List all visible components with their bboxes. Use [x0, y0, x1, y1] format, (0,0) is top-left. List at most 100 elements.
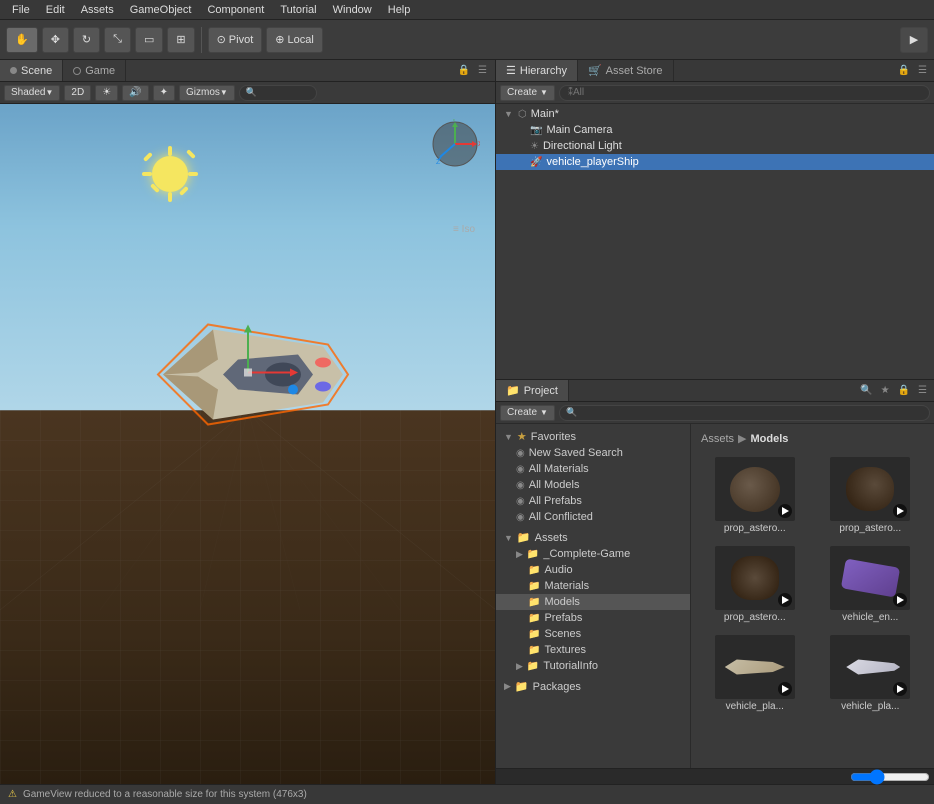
asset-item-4[interactable]: vehicle_pla...	[699, 631, 811, 716]
audio-button[interactable]: 🔊	[122, 85, 148, 101]
hierarchy-lock-button[interactable]: 🔒	[895, 65, 913, 76]
project-create-button[interactable]: Create ▼	[500, 405, 555, 421]
fx-button[interactable]: ✦	[153, 85, 175, 101]
menu-window[interactable]: Window	[325, 0, 380, 19]
hierarchy-create-button[interactable]: Create ▼	[500, 85, 555, 101]
asset-store-tab-label: Asset Store	[606, 65, 663, 77]
project-size-slider	[496, 768, 934, 784]
menu-component[interactable]: Component	[199, 0, 272, 19]
tree-item-ship[interactable]: ▶ 🚀 vehicle_playerShip	[496, 154, 934, 170]
asset-item-0[interactable]: prop_astero...	[699, 453, 811, 538]
all-models-label: All Models	[529, 479, 580, 491]
assets-header[interactable]: ▼ 📁 Assets	[496, 529, 690, 546]
sidebar-all-conflicted[interactable]: ◉ All Conflicted	[496, 509, 690, 525]
sidebar-audio[interactable]: 📁 Audio	[496, 562, 690, 578]
asset-size-range[interactable]	[850, 772, 930, 782]
spaceship[interactable]	[138, 305, 358, 448]
svg-text:X: X	[478, 141, 480, 148]
tree-label-main: Main*	[531, 108, 559, 120]
local-button[interactable]: ⊕ Local	[266, 27, 323, 53]
asset-item-3[interactable]: vehicle_en...	[815, 542, 927, 627]
2d-button[interactable]: 2D	[64, 85, 91, 101]
project-search-button[interactable]: 🔍	[857, 385, 875, 396]
tree-item-light[interactable]: ▶ ☀ Directional Light	[496, 138, 934, 154]
sidebar-materials[interactable]: 📁 Materials	[496, 578, 690, 594]
rect-tool-button[interactable]: ▭	[135, 27, 163, 53]
play-button[interactable]: ▶	[900, 27, 928, 53]
scene-tab-label: Scene	[21, 65, 52, 77]
scene-toolbar: Shaded ▼ 2D ☀ 🔊 ✦ Gizmos ▼ 🔍	[0, 82, 495, 104]
pivot-button[interactable]: ⊙ Pivot	[208, 27, 263, 53]
favorites-header[interactable]: ▼ ★ Favorites	[496, 428, 690, 445]
asset-item-5[interactable]: vehicle_pla...	[815, 631, 927, 716]
search-icon: 🔍	[246, 87, 257, 98]
scene-viewport[interactable]: Y X Z ≡ Iso	[0, 104, 495, 784]
menu-gameobject[interactable]: GameObject	[122, 0, 200, 19]
packages-header[interactable]: ▶ 📁 Packages	[496, 678, 690, 695]
menu-tutorial[interactable]: Tutorial	[272, 0, 324, 19]
svg-text:Y: Y	[452, 119, 457, 123]
project-star-button[interactable]: ★	[878, 385, 893, 396]
hierarchy-menu-button[interactable]: ☰	[915, 65, 930, 76]
tab-options: 🔒 ☰	[454, 60, 495, 81]
project-lock-button[interactable]: 🔒	[895, 385, 913, 396]
tab-hierarchy[interactable]: ☰ Hierarchy	[496, 60, 578, 81]
sidebar-complete-game[interactable]: ▶ 📁 _Complete-Game	[496, 546, 690, 562]
project-create-arrow: ▼	[540, 408, 548, 417]
transform-tool-button[interactable]: ⊞	[167, 27, 194, 53]
gizmos-arrow: ▼	[220, 88, 228, 97]
tree-item-camera[interactable]: ▶ 📷 Main Camera	[496, 122, 934, 138]
sidebar-all-materials[interactable]: ◉ All Materials	[496, 461, 690, 477]
textures-label: Textures	[544, 644, 586, 656]
sidebar-all-prefabs[interactable]: ◉ All Prefabs	[496, 493, 690, 509]
sidebar-prefabs[interactable]: 📁 Prefabs	[496, 610, 690, 626]
play-tri-1	[897, 507, 904, 515]
tab-project[interactable]: 📁 Project	[496, 380, 569, 401]
tab-lock-icon[interactable]: 🔒	[454, 65, 474, 76]
right-panel: ☰ Hierarchy 🛒 Asset Store 🔒 ☰ Create ▼	[496, 60, 934, 784]
svg-text:Z: Z	[436, 159, 441, 166]
scale-tool-button[interactable]: ⤡	[104, 27, 131, 53]
asset-store-icon: 🛒	[588, 64, 602, 77]
shaded-label: Shaded	[11, 87, 45, 98]
asset-item-1[interactable]: prop_astero...	[815, 453, 927, 538]
packages-label: Packages	[533, 681, 581, 693]
sidebar-all-models[interactable]: ◉ All Models	[496, 477, 690, 493]
asset-item-2[interactable]: prop_astero...	[699, 542, 811, 627]
project-menu-button[interactable]: ☰	[915, 385, 930, 396]
shaded-arrow: ▼	[45, 88, 53, 97]
menu-help[interactable]: Help	[380, 0, 419, 19]
tree-item-main[interactable]: ▼ ⬡ Main*	[496, 106, 934, 122]
scene-search-input[interactable]	[260, 85, 310, 101]
scene-ground	[0, 410, 495, 784]
all-prefabs-icon: ◉	[516, 496, 525, 507]
separator-1	[201, 27, 202, 53]
sidebar-tutorial-info[interactable]: ▶ 📁 TutorialInfo	[496, 658, 690, 674]
asset-thumb-0	[715, 457, 795, 521]
tab-game[interactable]: Game	[63, 60, 126, 81]
sidebar-new-saved-search[interactable]: ◉ New Saved Search	[496, 445, 690, 461]
move-tool-button[interactable]: ✥	[42, 27, 69, 53]
2d-label: 2D	[71, 87, 84, 98]
tab-asset-store[interactable]: 🛒 Asset Store	[578, 60, 674, 81]
sidebar-textures[interactable]: 📁 Textures	[496, 642, 690, 658]
play-tri-3	[897, 596, 904, 604]
pivot-label: Pivot	[229, 34, 253, 46]
project-search-input[interactable]	[580, 405, 923, 421]
lights-button[interactable]: ☀	[95, 85, 118, 101]
sidebar-models[interactable]: 📁 Models	[496, 594, 690, 610]
axes-gizmo[interactable]: Y X Z	[430, 119, 480, 169]
sidebar-scenes[interactable]: 📁 Scenes	[496, 626, 690, 642]
tab-scene[interactable]: Scene	[0, 60, 63, 81]
hierarchy-search-input[interactable]	[559, 85, 930, 101]
tab-menu-icon[interactable]: ☰	[474, 65, 491, 76]
menu-file[interactable]: File	[4, 0, 38, 19]
assets-arrow: ▼	[504, 533, 513, 543]
shaded-button[interactable]: Shaded ▼	[4, 85, 60, 101]
hand-tool-button[interactable]: ✋	[6, 27, 38, 53]
gizmos-button[interactable]: Gizmos ▼	[179, 85, 235, 101]
rotate-tool-button[interactable]: ↻	[73, 27, 100, 53]
menu-edit[interactable]: Edit	[38, 0, 73, 19]
all-materials-icon: ◉	[516, 464, 525, 475]
menu-assets[interactable]: Assets	[73, 0, 122, 19]
